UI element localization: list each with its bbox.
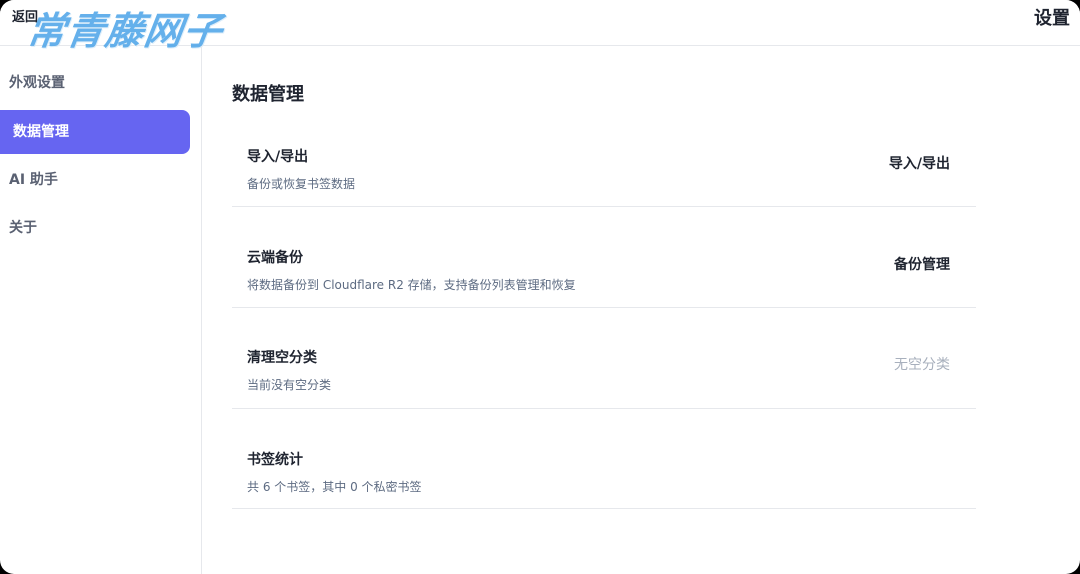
no-empty-categories-button: 无空分类 <box>894 357 950 373</box>
row-description: 共 6 个书签，其中 0 个私密书签 <box>247 480 422 494</box>
settings-row-import-export: 导入/导出 备份或恢复书签数据 导入/导出 <box>232 126 976 207</box>
header-bar: 返回 常青藤网子 设置 <box>0 0 1080 53</box>
sidebar-item-appearance[interactable]: 外观设置 <box>0 61 190 105</box>
main-content: 数据管理 导入/导出 备份或恢复书签数据 导入/导出 云端备份 将数据备份到 C… <box>202 46 1080 574</box>
row-description: 当前没有空分类 <box>247 378 332 392</box>
row-description: 将数据备份到 Cloudflare R2 存储，支持备份列表管理和恢复 <box>247 278 576 292</box>
settings-row-bookmark-stats: 书签统计 共 6 个书签，其中 0 个私密书签 <box>232 409 976 509</box>
sidebar-item-ai-assistant[interactable]: AI 助手 <box>0 158 190 202</box>
settings-window: 返回 常青藤网子 设置 外观设置 数据管理 AI 助手 关于 数据管理 导入/导… <box>0 0 1080 574</box>
backup-manage-button[interactable]: 备份管理 <box>894 254 950 274</box>
sidebar: 外观设置 数据管理 AI 助手 关于 <box>0 46 202 574</box>
import-export-button[interactable]: 导入/导出 <box>889 153 950 173</box>
page-title: 设置 <box>1034 8 1070 29</box>
row-title: 导入/导出 <box>247 149 309 165</box>
row-title: 书签统计 <box>247 452 303 468</box>
settings-row-cloud-backup: 云端备份 将数据备份到 Cloudflare R2 存储，支持备份列表管理和恢复… <box>232 207 976 308</box>
section-title: 数据管理 <box>232 84 304 105</box>
settings-row-clean-empty-categories: 清理空分类 当前没有空分类 无空分类 <box>232 308 976 409</box>
sidebar-item-data-management[interactable]: 数据管理 <box>0 110 190 154</box>
row-description: 备份或恢复书签数据 <box>247 177 356 191</box>
row-title: 清理空分类 <box>247 350 317 366</box>
sidebar-item-about[interactable]: 关于 <box>0 206 190 250</box>
row-title: 云端备份 <box>247 250 303 266</box>
